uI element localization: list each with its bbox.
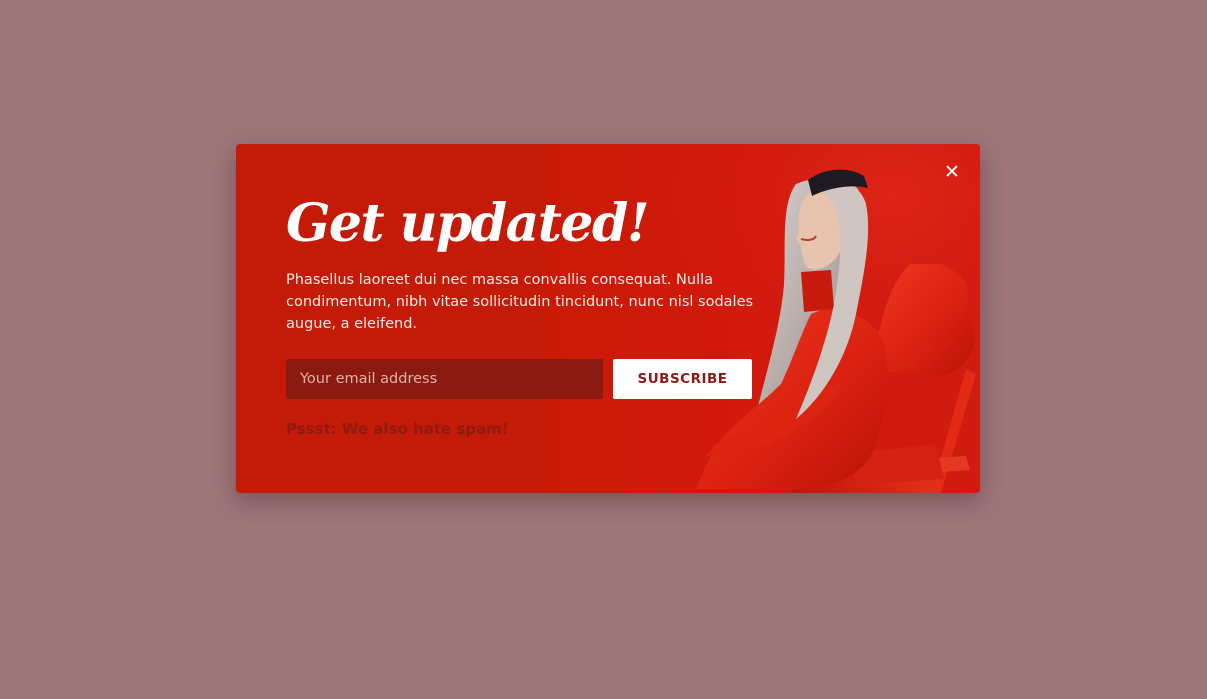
- popup-description: Phasellus laoreet dui nec massa convalli…: [286, 272, 754, 332]
- newsletter-popup: Get updated! Phasellus laoreet dui nec m…: [236, 144, 980, 493]
- email-input[interactable]: [286, 359, 603, 399]
- popup-title: Get updated!: [286, 193, 650, 254]
- spam-note: Pssst: We also hate spam!: [286, 420, 509, 438]
- subscribe-button[interactable]: SUBSCRIBE: [613, 359, 752, 399]
- close-icon[interactable]: ✕: [940, 160, 964, 184]
